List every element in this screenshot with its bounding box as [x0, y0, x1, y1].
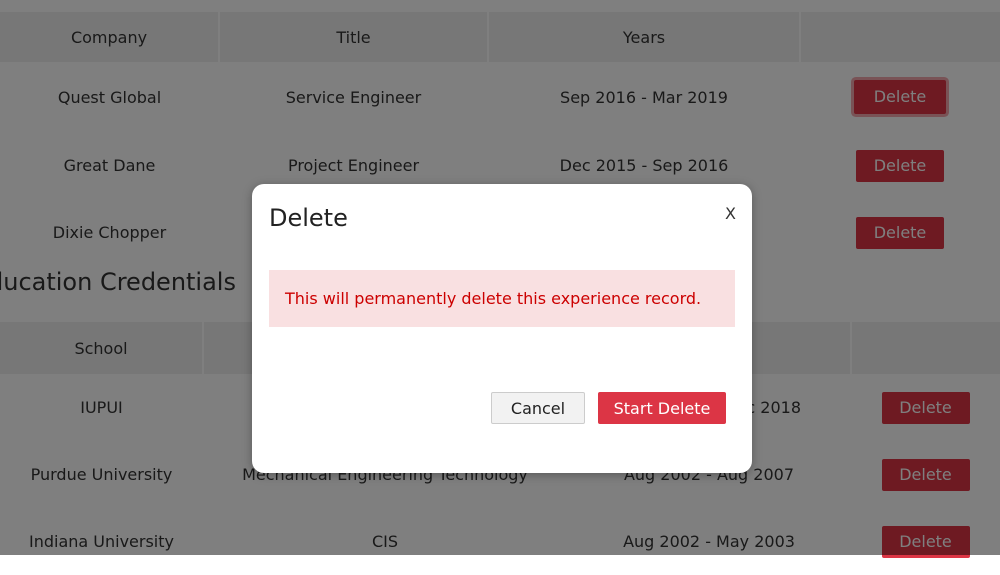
- cancel-button[interactable]: Cancel: [491, 392, 585, 424]
- delete-modal: Delete X This will permanently delete th…: [252, 184, 752, 473]
- warning-alert: This will permanently delete this experi…: [269, 270, 735, 327]
- close-icon[interactable]: X: [725, 204, 736, 223]
- start-delete-button[interactable]: Start Delete: [598, 392, 726, 424]
- modal-title: Delete: [269, 204, 348, 232]
